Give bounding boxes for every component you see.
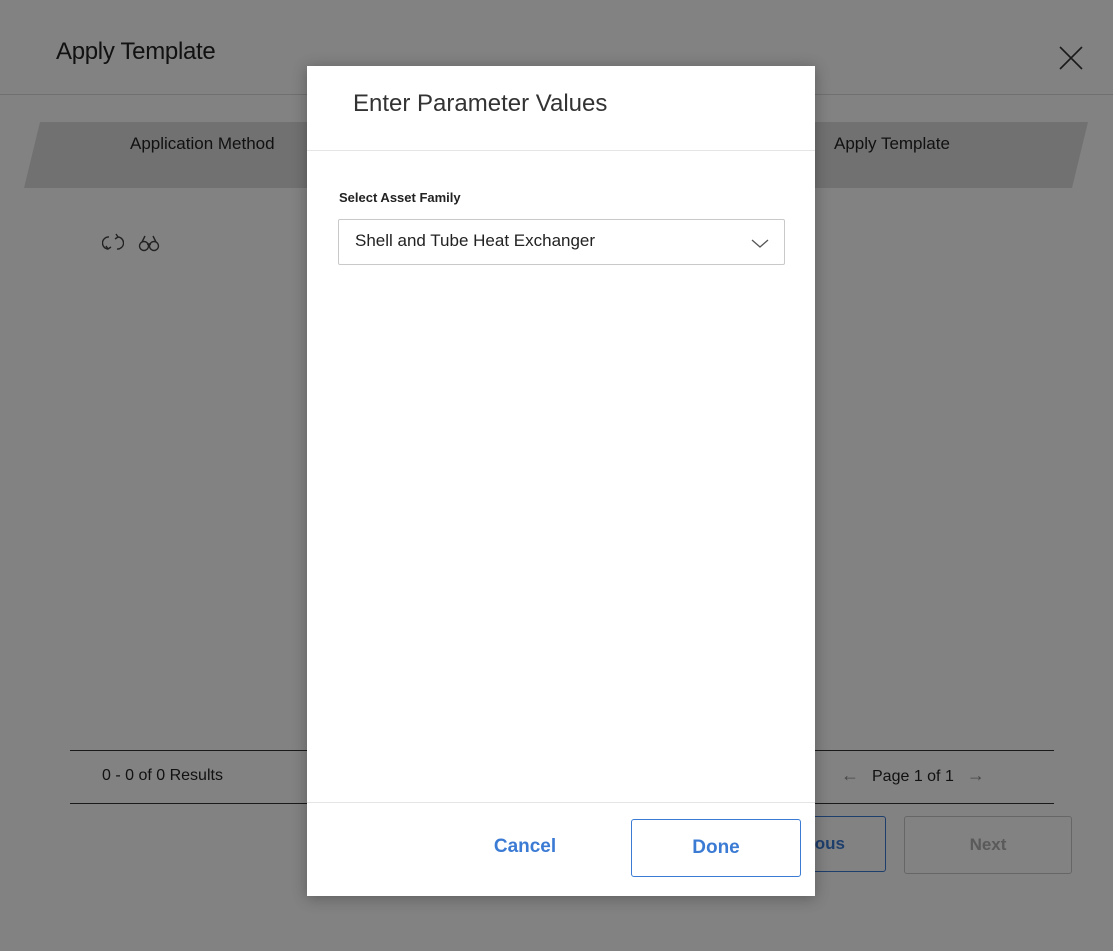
dialog-title: Enter Parameter Values [353, 90, 608, 117]
dialog-header-divider [307, 150, 815, 151]
chevron-down-icon [751, 239, 769, 248]
dialog-footer-divider [307, 802, 815, 803]
cancel-button[interactable]: Cancel [475, 836, 575, 860]
done-button[interactable]: Done [631, 819, 801, 877]
parameter-dialog: Enter Parameter Values Select Asset Fami… [307, 66, 815, 896]
asset-family-value: Shell and Tube Heat Exchanger [355, 231, 596, 250]
asset-family-label: Select Asset Family [339, 190, 461, 205]
asset-family-select[interactable]: Shell and Tube Heat Exchanger [338, 219, 785, 265]
